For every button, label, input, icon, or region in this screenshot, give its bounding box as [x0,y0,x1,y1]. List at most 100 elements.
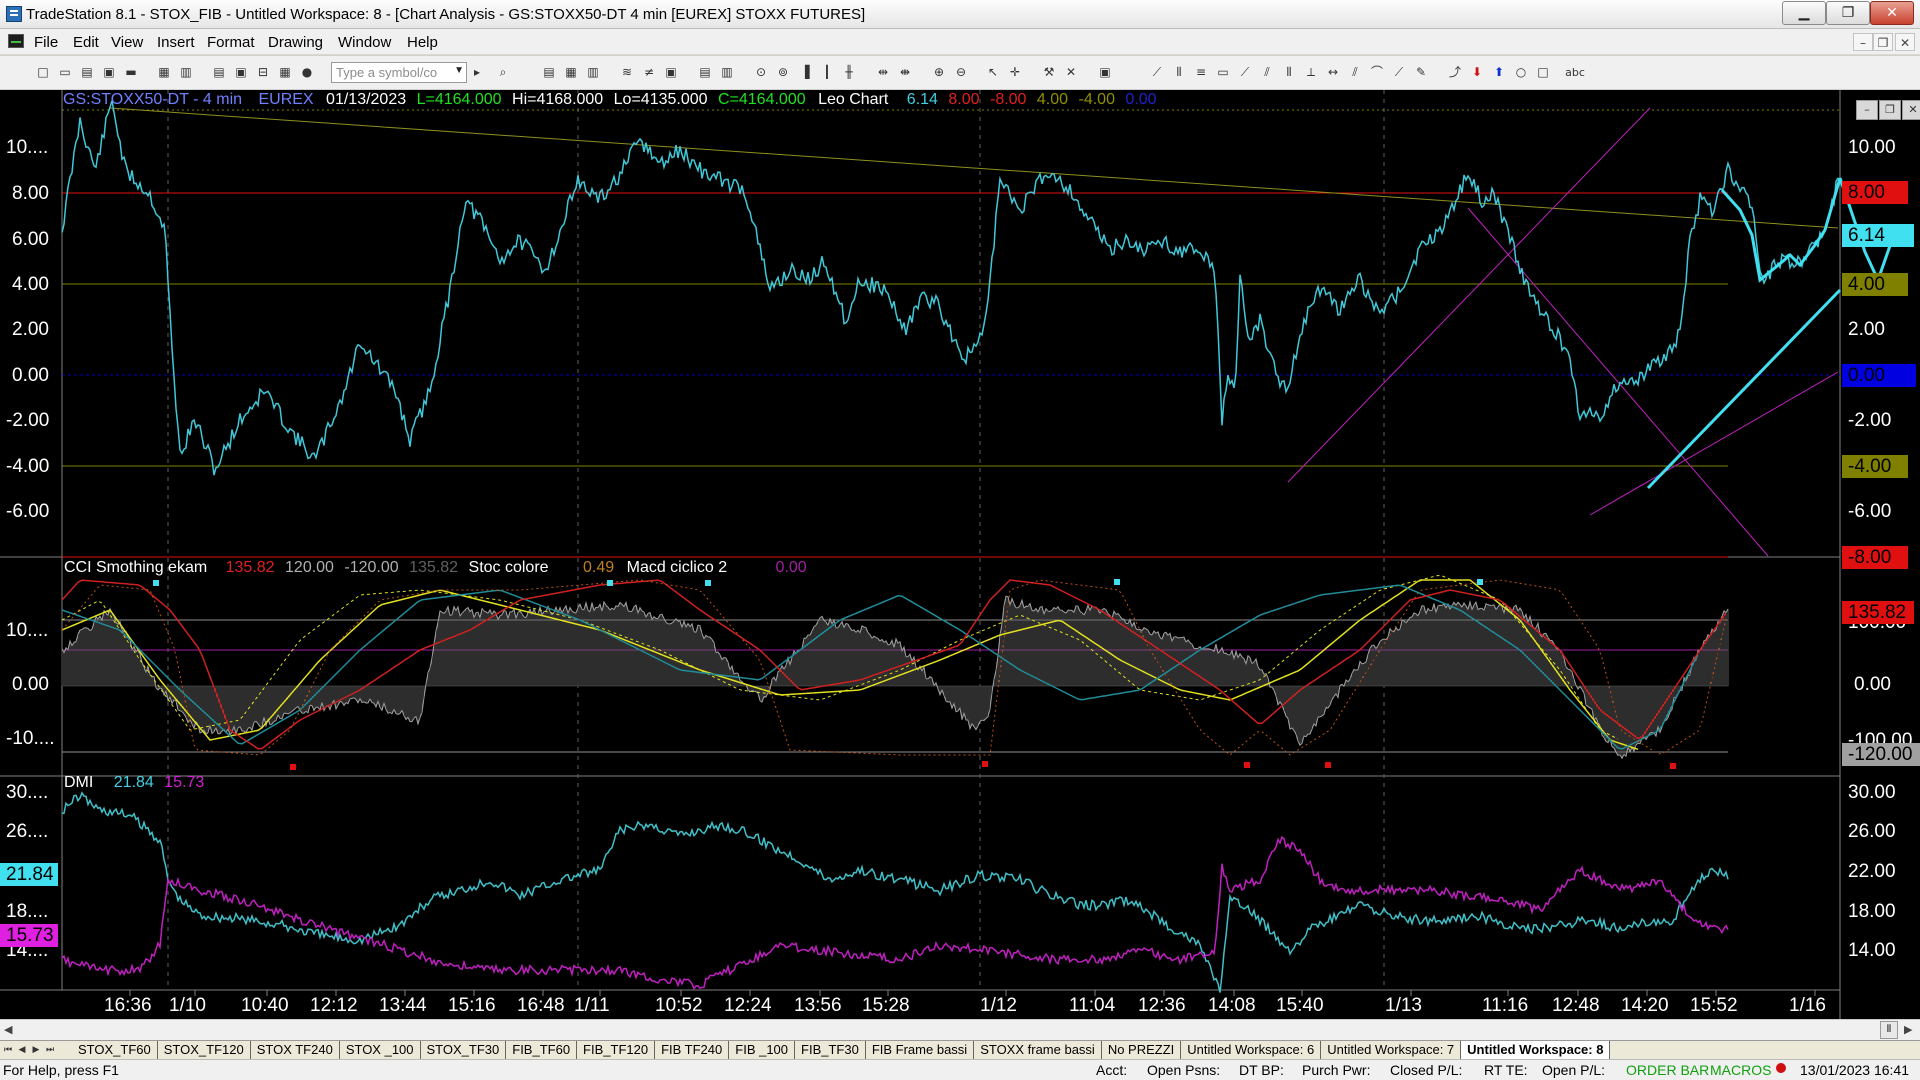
chart-canvas[interactable] [0,90,1920,1024]
strategy-icon[interactable]: ≠ [640,64,658,81]
minimize-button[interactable]: ▁ [1782,1,1826,25]
magenta-trendline-1[interactable] [1287,107,1651,483]
tab-prev-icon[interactable]: ◀ [16,1043,28,1057]
menu-format[interactable]: Format [207,34,255,51]
menu-view[interactable]: View [111,34,143,51]
menu-drawing[interactable]: Drawing [268,34,323,51]
andrews-icon[interactable]: ⫽ [1258,64,1276,81]
zoom-in-icon[interactable]: ⊕ [930,64,948,81]
dmi-plus-line[interactable] [61,791,1729,993]
candle-icon[interactable]: ┃ [818,64,836,81]
new-icon[interactable]: □ [34,64,52,81]
workspace-tab[interactable]: Untitled Workspace: 8 [1461,1041,1611,1059]
workspace-tab[interactable]: FIB_TF120 [577,1041,656,1059]
tab-next-icon[interactable]: ▶ [30,1043,42,1057]
chart-icon[interactable]: ≋ [618,64,636,81]
matrix-icon[interactable]: ▥ [718,64,736,81]
dropdown-arrow-icon[interactable]: ▼ [454,65,464,76]
expand-left-icon[interactable]: ⇹ [874,64,892,81]
crosshair-icon[interactable]: ✛ [1006,64,1024,81]
signal-dot-red[interactable] [982,761,988,767]
square-tool-icon[interactable]: □ [1534,64,1552,81]
up-arrow-icon[interactable]: ⬆ [1490,64,1508,81]
close-button[interactable]: ✕ [1870,1,1914,25]
cascade-icon[interactable]: ▤ [210,64,228,81]
indicator-icon[interactable]: ▣ [662,64,680,81]
workspace-tab[interactable]: FIB_TF60 [506,1041,578,1059]
dmi-pane[interactable] [61,791,1729,993]
menu-help[interactable]: Help [407,34,438,51]
delete-icon[interactable]: ✕ [1062,64,1080,81]
workspace-tab[interactable]: STOXX frame bassi [974,1041,1102,1059]
pointer-icon[interactable]: ↖ [984,64,1002,81]
arc-tool-icon[interactable]: ⌒ [1368,64,1386,81]
fib-tool-icon[interactable]: ⦀ [1280,64,1298,81]
scroll-thumb[interactable]: ⫴ [1880,1021,1898,1039]
workspace-tab[interactable]: STOX_TF30 [421,1041,507,1059]
workspace-tab[interactable]: FIB Frame bassi [866,1041,975,1059]
workspace-tab[interactable]: STOX TF240 [251,1041,340,1059]
dmi-minus-line[interactable] [61,835,1729,990]
color-icon[interactable]: ● [298,64,316,81]
symbol-input[interactable]: Type a symbol/co ▼ [331,62,467,83]
ohlc-icon[interactable]: ╫ [840,64,858,81]
timer-icon[interactable]: ⊙ [752,64,770,81]
price-pane[interactable] [61,100,1894,558]
signal-dot-red[interactable] [1244,762,1250,768]
chart-restore-button[interactable]: ❐ [1879,100,1901,120]
channel-icon[interactable]: ⫽ [1346,64,1364,81]
workspace-tab[interactable]: Untitled Workspace: 7 [1321,1041,1462,1059]
tab-first-icon[interactable]: ⏮ [2,1043,14,1057]
curve-tool-icon[interactable]: ⤴ [1446,64,1464,81]
bar-chart-icon[interactable]: ▐ [796,64,814,81]
hammer-icon[interactable]: ⚒ [1040,64,1058,81]
cyan-trendline[interactable] [1646,288,1842,490]
lock-icon[interactable]: ⊟ [254,64,272,81]
open-icon[interactable]: ▭ [56,64,74,81]
signal-dot-red[interactable] [1670,763,1676,769]
workspace-tab[interactable]: STOX _100 [340,1041,421,1059]
long-trendline[interactable] [109,107,1839,229]
menu-window[interactable]: Window [338,34,391,51]
down-arrow-icon[interactable]: ⬇ [1468,64,1486,81]
workspace-tab[interactable]: FIB _100 [729,1041,796,1059]
chart-document-icon[interactable] [8,34,24,48]
properties-icon[interactable]: ▣ [1096,64,1114,81]
oscillator-pane[interactable] [61,574,1729,771]
horizontal-lines-icon[interactable]: ≡ [1192,64,1210,81]
new-window-icon[interactable]: ▣ [100,64,118,81]
menu-insert[interactable]: Insert [157,34,195,51]
workspace-tab[interactable]: FIB TF240 [655,1041,730,1059]
ruler-icon[interactable]: ↔ [1324,64,1342,81]
chart-close-button[interactable]: ✕ [1902,100,1920,120]
zoom-out-icon[interactable]: ⊖ [952,64,970,81]
text-tool-icon[interactable]: abc [1560,64,1590,81]
signal-dot-cyan[interactable] [607,580,613,586]
scroll-right-icon[interactable]: ▶ [1904,1023,1912,1036]
workspace-tab[interactable]: STOX_TF120 [158,1041,251,1059]
mdi-minimize-button[interactable]: – [1853,33,1873,51]
signal-dot-cyan[interactable] [153,580,159,586]
restore-button[interactable]: ❐ [1826,1,1870,25]
menu-file[interactable]: File [34,34,58,51]
trendline-tool-icon[interactable]: ⟋ [1148,64,1166,81]
mdi-close-button[interactable]: ✕ [1895,33,1915,51]
compress-icon[interactable]: ⇼ [896,64,914,81]
price-line[interactable] [61,100,1839,476]
format-window-icon[interactable]: ▤ [540,64,558,81]
workspace-tab[interactable]: No PREZZI [1102,1041,1182,1059]
open-workspace-icon[interactable]: ▤ [78,64,96,81]
signal-dot-red[interactable] [290,764,296,770]
signal-dot-cyan[interactable] [1114,579,1120,585]
workspace-tab[interactable]: Untitled Workspace: 6 [1181,1041,1322,1059]
fan-tool-icon[interactable]: ⟋ [1390,64,1408,81]
mdi-restore-button[interactable]: ❐ [1873,33,1893,51]
print-icon[interactable]: ▥ [177,64,195,81]
chart-analysis-window[interactable]: GS:STOXX50-DT - 4 min EUREX 01/13/2023 L… [0,90,1920,1024]
horizontal-scrollbar[interactable]: ◀ ⫴ ▶ [0,1019,1920,1040]
calendar-icon[interactable]: ▦ [276,64,294,81]
go-arrow-icon[interactable]: ▸ [468,64,486,81]
save-icon[interactable]: ▦ [155,64,173,81]
pencil-icon[interactable]: ✎ [1412,64,1430,81]
tab-last-icon[interactable]: ⏭ [44,1043,56,1057]
